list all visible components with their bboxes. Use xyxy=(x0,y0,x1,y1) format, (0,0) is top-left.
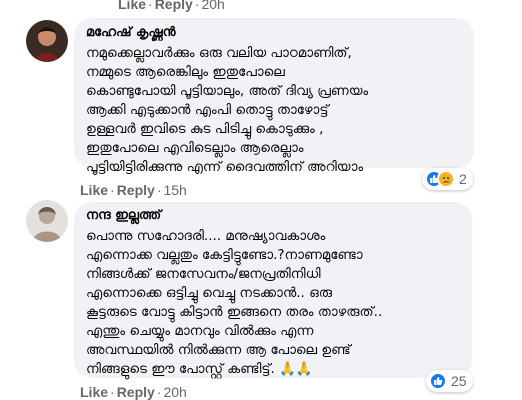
avatar[interactable] xyxy=(26,200,68,242)
top-comment-actions: Like · Reply · 20h xyxy=(118,0,225,12)
reaction-count: 25 xyxy=(451,373,467,389)
reply-link[interactable]: Reply xyxy=(117,384,155,400)
like-link[interactable]: Like xyxy=(118,0,146,12)
comment-text-line: നിങ്ങൾക്ക് ജനസേവനം/ജനപ്രതിനിധി xyxy=(86,266,321,282)
comment-timestamp[interactable]: 15h xyxy=(163,182,186,198)
comment-timestamp[interactable]: 20h xyxy=(163,384,186,400)
user-avatar-icon xyxy=(26,20,68,62)
reply-link[interactable]: Reply xyxy=(117,182,155,198)
avatar[interactable] xyxy=(26,20,68,62)
reaction-summary[interactable]: 2 xyxy=(422,168,473,190)
comment-text-line: ഉള്ളവർ ഇവിടെ കുട പിടിച്ചു കൊടുക്കും , xyxy=(86,121,324,137)
comment-text-line: എന്തും ചെയ്യും മാനവും വിൽക്കും എന്ന xyxy=(86,323,314,339)
comment-author[interactable]: മഹേഷ് കൃഷ്ണൻ xyxy=(86,25,462,40)
comment-text-line: അവസ്ഥയിൽ നിൽക്കുന്ന ആ പോലെ ഉണ്ട് xyxy=(86,342,351,358)
comment-actions: Like · Reply · 15h xyxy=(80,182,187,198)
comment-bubble: മഹേഷ് കൃഷ്ണൻ നമുക്കെല്ലാവർക്കും ഒരു വലിയ… xyxy=(74,18,474,175)
comment-text-line: പൂട്ടിയിട്ടിരിക്കുന്നു എന്ന് ദൈവത്തിന് അ… xyxy=(86,159,364,175)
comment-text-line: ആക്കി എടുക്കാൻ എംപി തൊട്ടു താഴോട്ട് xyxy=(86,102,329,118)
comment-bubble: നന്ദ ഇല്ലത്ത് പൊന്നു സഹോദരി.... മനുഷ്യാവ… xyxy=(74,202,472,378)
comment-text-line: പൊന്നു സഹോദരി.... മനുഷ്യാവകാശം xyxy=(86,228,326,244)
comment-text-line: എന്നൊക്ക വല്ലതും കേട്ടിട്ടുണ്ടോ.?നാണമുണ്… xyxy=(86,247,363,263)
reaction-count: 2 xyxy=(459,171,467,187)
comment-text-line: നമ്മുടെ ആരെങ്കിലും ഇതുപോലെ xyxy=(86,64,285,80)
comment-text-line: നമുക്കെല്ലാവർക്കും ഒരു വലിയ പാഠമാണിത്, xyxy=(86,45,352,61)
user-avatar-icon xyxy=(26,200,68,242)
like-link[interactable]: Like xyxy=(80,384,108,400)
comment-text-line: ഇതുപോലെ എവിടെല്ലാം ആരെല്ലാം xyxy=(86,140,304,156)
reply-link[interactable]: Reply xyxy=(155,0,193,12)
like-link[interactable]: Like xyxy=(80,182,108,198)
comment-text-line: നിങ്ങളുടെ ഈ പോസ്റ്റ് കണ്ടിട്ട്. 🙏🙏 xyxy=(86,361,313,377)
comment-actions: Like · Reply · 20h xyxy=(80,384,187,400)
comment-timestamp[interactable]: 20h xyxy=(201,0,224,12)
comment-text-line: എന്നൊക്കെ ഒട്ടിച്ചു വെച്ചു നടക്കാൻ.. ഒരു xyxy=(86,285,333,301)
sad-icon xyxy=(437,170,455,188)
comment-text-line: കൊണ്ടുപോയി പൂട്ടിയാലും, അത് ദിവ്യ പ്രണയം xyxy=(86,83,369,99)
reaction-summary[interactable]: 25 xyxy=(426,370,473,392)
like-icon xyxy=(429,372,447,390)
comment-author[interactable]: നന്ദ ഇല്ലത്ത് xyxy=(86,208,460,223)
comment-text-line: കൂട്ടരുടെ വോട്ടു കിട്ടാൻ ഇങ്ങനെ തരം താഴര… xyxy=(86,304,383,320)
